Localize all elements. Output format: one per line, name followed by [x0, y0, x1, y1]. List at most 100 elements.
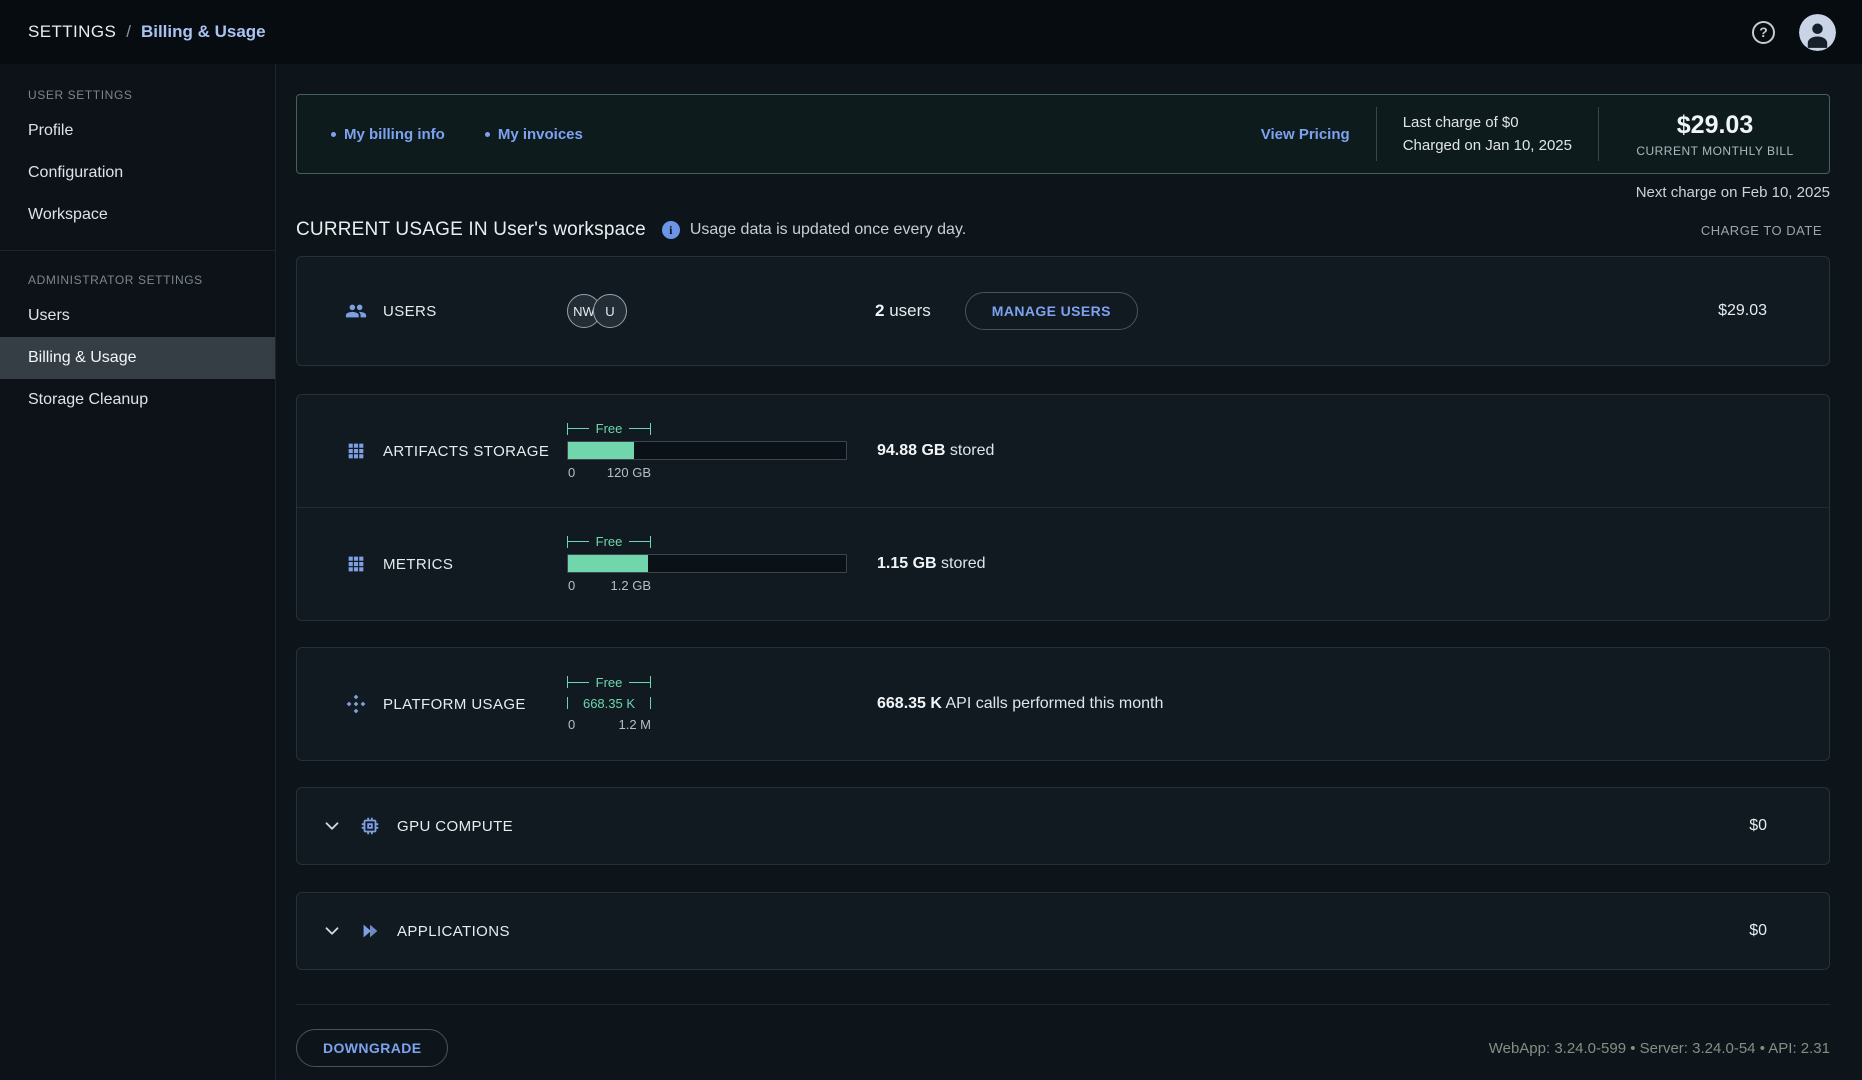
charge-to-date-label: CHARGE TO DATE	[1701, 223, 1830, 238]
bullet-icon	[485, 132, 490, 137]
artifacts-storage-bar	[567, 441, 847, 460]
metrics-row-label: METRICS	[345, 553, 567, 575]
platform-usage-card: PLATFORM USAGE Free 668.35 K 0	[296, 647, 1830, 761]
users-count: 2 users	[875, 301, 931, 321]
footer: DOWNGRADE WebApp: 3.24.0-599 • Server: 3…	[296, 1029, 1830, 1067]
grid-icon	[345, 553, 367, 575]
billing-summary-right: View Pricing Last charge of $0 Charged o…	[1261, 107, 1805, 161]
artifacts-storage-value: 94.88 GB stored	[877, 442, 994, 460]
metrics-scale: 0 1.2 GB	[567, 578, 847, 594]
my-invoices-label: My invoices	[498, 126, 583, 143]
free-label: Free	[589, 534, 630, 549]
gpu-chip-icon	[359, 815, 381, 837]
gpu-compute-charge: $0	[1749, 817, 1767, 835]
artifacts-storage-label: ARTIFACTS STORAGE	[383, 443, 549, 460]
main-content: My billing info My invoices View Pricing…	[276, 64, 1862, 1080]
breadcrumb-separator: /	[126, 22, 131, 42]
sidebar-section-admin-settings: ADMINISTRATOR SETTINGS	[0, 273, 275, 295]
breadcrumb: SETTINGS / Billing & Usage	[28, 22, 266, 42]
artifacts-storage-bar-block: Free 0 120 GB	[567, 422, 847, 481]
sidebar-item-configuration[interactable]: Configuration	[0, 152, 275, 194]
sidebar-section-user-settings: USER SETTINGS	[0, 88, 275, 110]
topbar-actions	[1752, 14, 1836, 51]
scale-min: 0	[568, 717, 575, 732]
breadcrumb-settings[interactable]: SETTINGS	[28, 22, 116, 42]
applications-label: APPLICATIONS	[397, 923, 510, 940]
sidebar-item-billing-usage[interactable]: Billing & Usage	[0, 337, 275, 379]
bullet-icon	[331, 132, 336, 137]
free-tier-bracket: Free	[567, 535, 651, 549]
users-group-icon	[345, 300, 367, 322]
sidebar-item-workspace[interactable]: Workspace	[0, 194, 275, 236]
gpu-compute-label: GPU COMPUTE	[397, 818, 513, 835]
artifacts-storage-suffix: stored	[945, 442, 994, 459]
metrics-amount: 1.15 GB	[877, 555, 937, 572]
user-avatar[interactable]	[1799, 14, 1836, 51]
applications-icon	[359, 920, 381, 942]
platform-usage-inline-value: 668.35 K	[567, 694, 651, 712]
info-icon[interactable]: i	[662, 221, 680, 239]
metrics-bar	[567, 554, 847, 573]
last-charge-date: Charged on Jan 10, 2025	[1403, 134, 1572, 157]
storage-card: ARTIFACTS STORAGE Free 0 120 GB	[296, 394, 1830, 621]
sidebar-item-users[interactable]: Users	[0, 295, 275, 337]
metrics-value: 1.15 GB stored	[877, 555, 986, 573]
sidebar-item-profile[interactable]: Profile	[0, 110, 275, 152]
scale-min: 0	[568, 465, 575, 480]
platform-usage-row-label: PLATFORM USAGE	[345, 693, 567, 715]
help-icon[interactable]	[1752, 21, 1775, 44]
platform-usage-bar-block: Free 668.35 K 0 1.2 M	[567, 675, 847, 733]
version-info: WebApp: 3.24.0-599 • Server: 3.24.0-54 •…	[1489, 1040, 1830, 1057]
top-bar: SETTINGS / Billing & Usage	[0, 0, 1862, 64]
free-label: Free	[589, 421, 630, 436]
sidebar-divider	[0, 250, 275, 251]
platform-usage-scale: 0 1.2 M	[567, 717, 847, 733]
platform-usage-row: PLATFORM USAGE Free 668.35 K 0	[297, 648, 1829, 760]
artifacts-storage-amount: 94.88 GB	[877, 442, 945, 459]
sidebar-item-storage-cleanup[interactable]: Storage Cleanup	[0, 379, 275, 421]
metrics-label: METRICS	[383, 556, 453, 573]
usage-note: Usage data is updated once every day.	[690, 221, 966, 239]
my-billing-info-link[interactable]: My billing info	[331, 126, 445, 143]
users-row-label: USERS	[345, 300, 567, 322]
person-icon	[1799, 14, 1836, 51]
vertical-divider	[1598, 107, 1599, 161]
vertical-divider	[1376, 107, 1377, 161]
scale-max: 120 GB	[607, 465, 651, 480]
manage-users-button[interactable]: MANAGE USERS	[965, 292, 1138, 330]
users-label: USERS	[383, 303, 437, 320]
metrics-suffix: stored	[937, 555, 986, 572]
breadcrumb-current: Billing & Usage	[141, 22, 266, 42]
view-pricing-link[interactable]: View Pricing	[1261, 126, 1350, 143]
free-label: Free	[589, 675, 630, 690]
downgrade-button[interactable]: DOWNGRADE	[296, 1029, 448, 1067]
applications-card[interactable]: APPLICATIONS $0	[296, 892, 1830, 970]
my-invoices-link[interactable]: My invoices	[485, 126, 583, 143]
metrics-bar-block: Free 0 1.2 GB	[567, 535, 847, 594]
scale-min: 0	[568, 578, 575, 593]
billing-links: My billing info My invoices	[331, 126, 583, 143]
grid-icon	[345, 440, 367, 462]
chevron-down-icon[interactable]	[321, 920, 343, 942]
scale-max: 1.2 GB	[611, 578, 651, 593]
api-calls-amount: 668.35 K	[877, 695, 942, 712]
users-count-suffix: users	[884, 301, 930, 320]
footer-divider	[296, 1004, 1830, 1005]
free-tier-bracket: Free	[567, 675, 651, 689]
api-calls-suffix: API calls performed this month	[942, 695, 1163, 712]
next-charge-note: Next charge on Feb 10, 2025	[296, 184, 1830, 202]
scale-max: 1.2 M	[618, 717, 651, 732]
users-card: USERS NW U 2 users MANAGE USERS $29.03	[296, 256, 1830, 366]
usage-title: CURRENT USAGE IN User's workspace	[296, 219, 646, 241]
avatar: U	[593, 294, 627, 328]
current-monthly-bill: $29.03 CURRENT MONTHLY BILL	[1625, 111, 1805, 158]
artifacts-storage-row: ARTIFACTS STORAGE Free 0 120 GB	[297, 395, 1829, 507]
platform-diamonds-icon	[345, 693, 367, 715]
bill-amount-label: CURRENT MONTHLY BILL	[1625, 144, 1805, 158]
platform-usage-count: 668.35 K	[568, 696, 650, 711]
usage-header: CURRENT USAGE IN User's workspace i Usag…	[296, 218, 1830, 242]
my-billing-info-label: My billing info	[344, 126, 445, 143]
gpu-compute-card[interactable]: GPU COMPUTE $0	[296, 787, 1830, 865]
chevron-down-icon[interactable]	[321, 815, 343, 837]
artifacts-storage-scale: 0 120 GB	[567, 465, 847, 481]
